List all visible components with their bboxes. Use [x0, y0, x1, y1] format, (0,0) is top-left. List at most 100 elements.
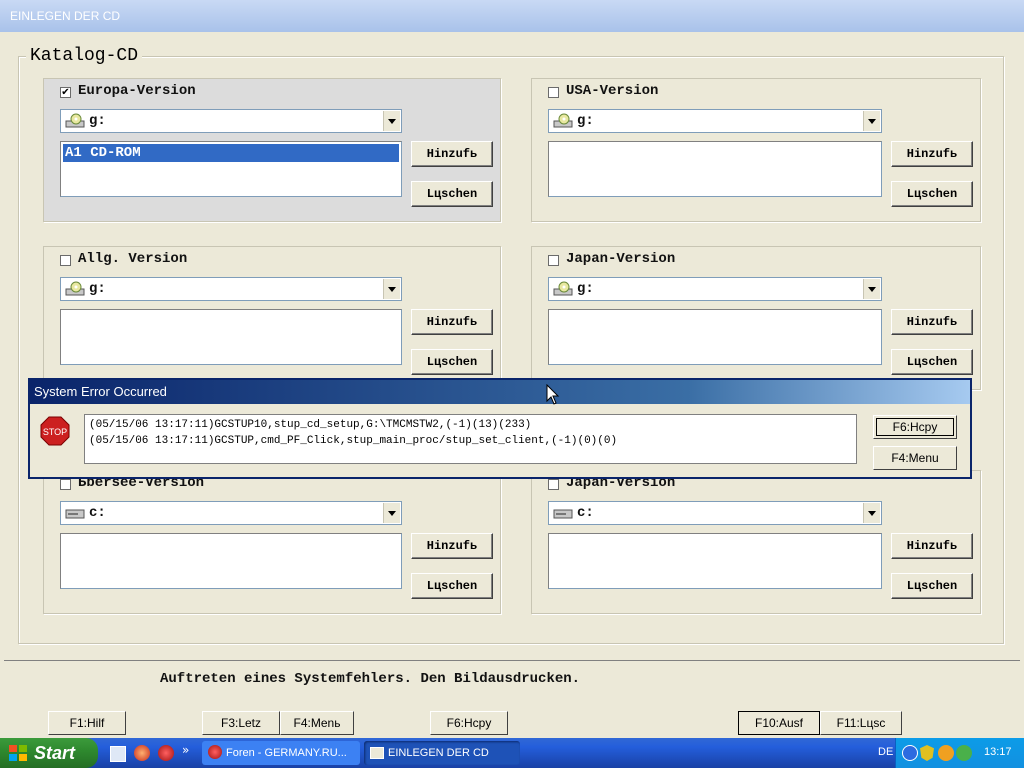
cd-drive-icon: [553, 281, 573, 296]
drive-select-value: g:: [577, 281, 594, 297]
drive-select-value: g:: [89, 113, 106, 129]
taskbar-task-forum[interactable]: Foren - GERMANY.RU...: [202, 741, 360, 765]
chevron-down-icon[interactable]: [383, 111, 400, 131]
f10-execute-button[interactable]: F10:Ausf: [738, 711, 820, 735]
drive-select-japan2[interactable]: c:: [548, 501, 882, 525]
tray-app-icon-2[interactable]: [956, 745, 972, 761]
add-button-allg[interactable]: Hinzufь: [411, 309, 493, 335]
taskbar-task-forum-label: Foren - GERMANY.RU...: [226, 747, 347, 759]
error-message-box: (05/15/06 13:17:11)GCSTUP10,stup_cd_setu…: [84, 414, 857, 464]
version-group-japan1: Japan-Version g: Hinzufь Lцschen: [531, 246, 981, 390]
delete-button-japan1[interactable]: Lцschen: [891, 349, 973, 375]
f4-menu-button[interactable]: F4:Menь: [280, 711, 354, 735]
drive-select-value: g:: [89, 281, 106, 297]
chevron-down-icon[interactable]: [863, 279, 880, 299]
window-title-bar[interactable]: EINLEGEN DER CD: [0, 0, 1024, 32]
error-dialog-title: System Error Occurred: [34, 384, 167, 399]
opera-task-icon: [208, 745, 222, 759]
mouse-cursor-icon: [546, 384, 560, 405]
chevron-down-icon[interactable]: [383, 503, 400, 523]
error-hardcopy-button[interactable]: F6:Hcpy: [873, 415, 957, 439]
version-label-europa[interactable]: Europa-Version: [78, 83, 196, 99]
version-checkbox-allg[interactable]: [60, 255, 71, 266]
version-group-europa: ✔ Europa-Version g: A1 CD-ROM Hinzufь Lцsch…: [43, 78, 501, 222]
delete-button-allg[interactable]: Lцschen: [411, 349, 493, 375]
add-button-europa[interactable]: Hinzufь: [411, 141, 493, 167]
language-indicator[interactable]: DE: [878, 746, 893, 758]
version-label-allg[interactable]: Allg. Version: [78, 251, 187, 267]
version-checkbox-japan2[interactable]: [548, 479, 559, 490]
version-label-usa[interactable]: USA-Version: [566, 83, 658, 99]
version-checkbox-europa[interactable]: ✔: [60, 87, 71, 98]
version-checkbox-uebersee[interactable]: [60, 479, 71, 490]
security-shield-icon[interactable]: [920, 745, 934, 761]
delete-button-usa[interactable]: Lцschen: [891, 181, 973, 207]
cd-list-japan2[interactable]: [548, 533, 882, 589]
hard-drive-icon: [65, 509, 85, 519]
drive-select-value: c:: [89, 505, 106, 521]
cd-list-allg[interactable]: [60, 309, 402, 365]
opera-icon[interactable]: [158, 745, 174, 761]
main-client-area: Katalog-CD ✔ Europa-Version g: A1 CD-ROM H…: [4, 32, 1020, 660]
system-error-dialog: System Error Occurred STOP (05/15/06 13:…: [28, 378, 972, 479]
quicklaunch-more-icon[interactable]: »: [182, 743, 189, 757]
error-line-2: (05/15/06 13:17:11)GCSTUP,cmd_PF_Click,s…: [89, 435, 618, 447]
cd-list-usa[interactable]: [548, 141, 882, 197]
add-button-japan2[interactable]: Hinzufь: [891, 533, 973, 559]
version-group-uebersee: Ьbersee-Version c: Hinzufь Lцschen: [43, 470, 501, 614]
taskbar-task-einlegen-label: EINLEGEN DER CD: [388, 747, 489, 759]
stop-icon: STOP: [40, 416, 70, 446]
drive-select-usa[interactable]: g:: [548, 109, 882, 133]
cd-list-europa[interactable]: A1 CD-ROM: [60, 141, 402, 197]
chevron-down-icon[interactable]: [863, 503, 880, 523]
clock[interactable]: 13:17: [984, 746, 1012, 758]
taskbar-task-einlegen[interactable]: EINLEGEN DER CD: [364, 741, 520, 765]
cd-list-japan1[interactable]: [548, 309, 882, 365]
drive-select-japan1[interactable]: g:: [548, 277, 882, 301]
cd-drive-icon: [65, 281, 85, 296]
version-group-japan2: Japan-Version c: Hinzufь Lцschen: [531, 470, 981, 614]
error-line-1: (05/15/06 13:17:11)GCSTUP10,stup_cd_setu…: [89, 419, 532, 431]
katalog-cd-legend: Katalog-CD: [26, 46, 143, 66]
start-label: Start: [34, 743, 76, 763]
tray-expand-icon[interactable]: [902, 745, 918, 761]
f3-last-button[interactable]: F3:Letz: [202, 711, 280, 735]
cd-list-uebersee[interactable]: [60, 533, 402, 589]
cd-list-item[interactable]: A1 CD-ROM: [63, 144, 399, 162]
version-group-usa: USA-Version g: Hinzufь Lцschen: [531, 78, 981, 222]
show-desktop-icon[interactable]: [110, 746, 126, 762]
start-button[interactable]: Start: [0, 738, 98, 768]
firefox-icon[interactable]: [134, 745, 150, 761]
error-menu-button[interactable]: F4:Menu: [873, 446, 957, 470]
cd-drive-icon: [65, 113, 85, 128]
hard-drive-icon: [553, 509, 573, 519]
f1-help-button[interactable]: F1:Hilf: [48, 711, 126, 735]
delete-button-japan2[interactable]: Lцschen: [891, 573, 973, 599]
add-button-japan1[interactable]: Hinzufь: [891, 309, 973, 335]
delete-button-uebersee[interactable]: Lцschen: [411, 573, 493, 599]
drive-select-allg[interactable]: g:: [60, 277, 402, 301]
app-window-icon: [370, 747, 384, 759]
f6-hardcopy-button[interactable]: F6:Hcpy: [430, 711, 508, 735]
cd-drive-icon: [553, 113, 573, 128]
taskbar: Start » Foren - GERMANY.RU... EINLEGEN D…: [0, 738, 1024, 768]
drive-select-europa[interactable]: g:: [60, 109, 402, 133]
system-tray: 13:17: [895, 738, 1024, 768]
f11-delete-button[interactable]: F11:Lцsc: [820, 711, 902, 735]
error-dialog-title-bar[interactable]: System Error Occurred: [30, 380, 970, 404]
add-button-usa[interactable]: Hinzufь: [891, 141, 973, 167]
delete-button-europa[interactable]: Lцschen: [411, 181, 493, 207]
version-checkbox-usa[interactable]: [548, 87, 559, 98]
stop-icon-text: STOP: [43, 427, 67, 437]
version-checkbox-japan1[interactable]: [548, 255, 559, 266]
status-message: Auftreten eines Systemfehlers. Den Bilda…: [160, 671, 581, 687]
version-label-japan1[interactable]: Japan-Version: [566, 251, 675, 267]
chevron-down-icon[interactable]: [863, 111, 880, 131]
add-button-uebersee[interactable]: Hinzufь: [411, 533, 493, 559]
drive-select-value: c:: [577, 505, 594, 521]
drive-select-uebersee[interactable]: c:: [60, 501, 402, 525]
tray-app-icon-1[interactable]: [938, 745, 954, 761]
window-title: EINLEGEN DER CD: [10, 9, 121, 23]
chevron-down-icon[interactable]: [383, 279, 400, 299]
windows-logo-icon: [9, 745, 27, 761]
